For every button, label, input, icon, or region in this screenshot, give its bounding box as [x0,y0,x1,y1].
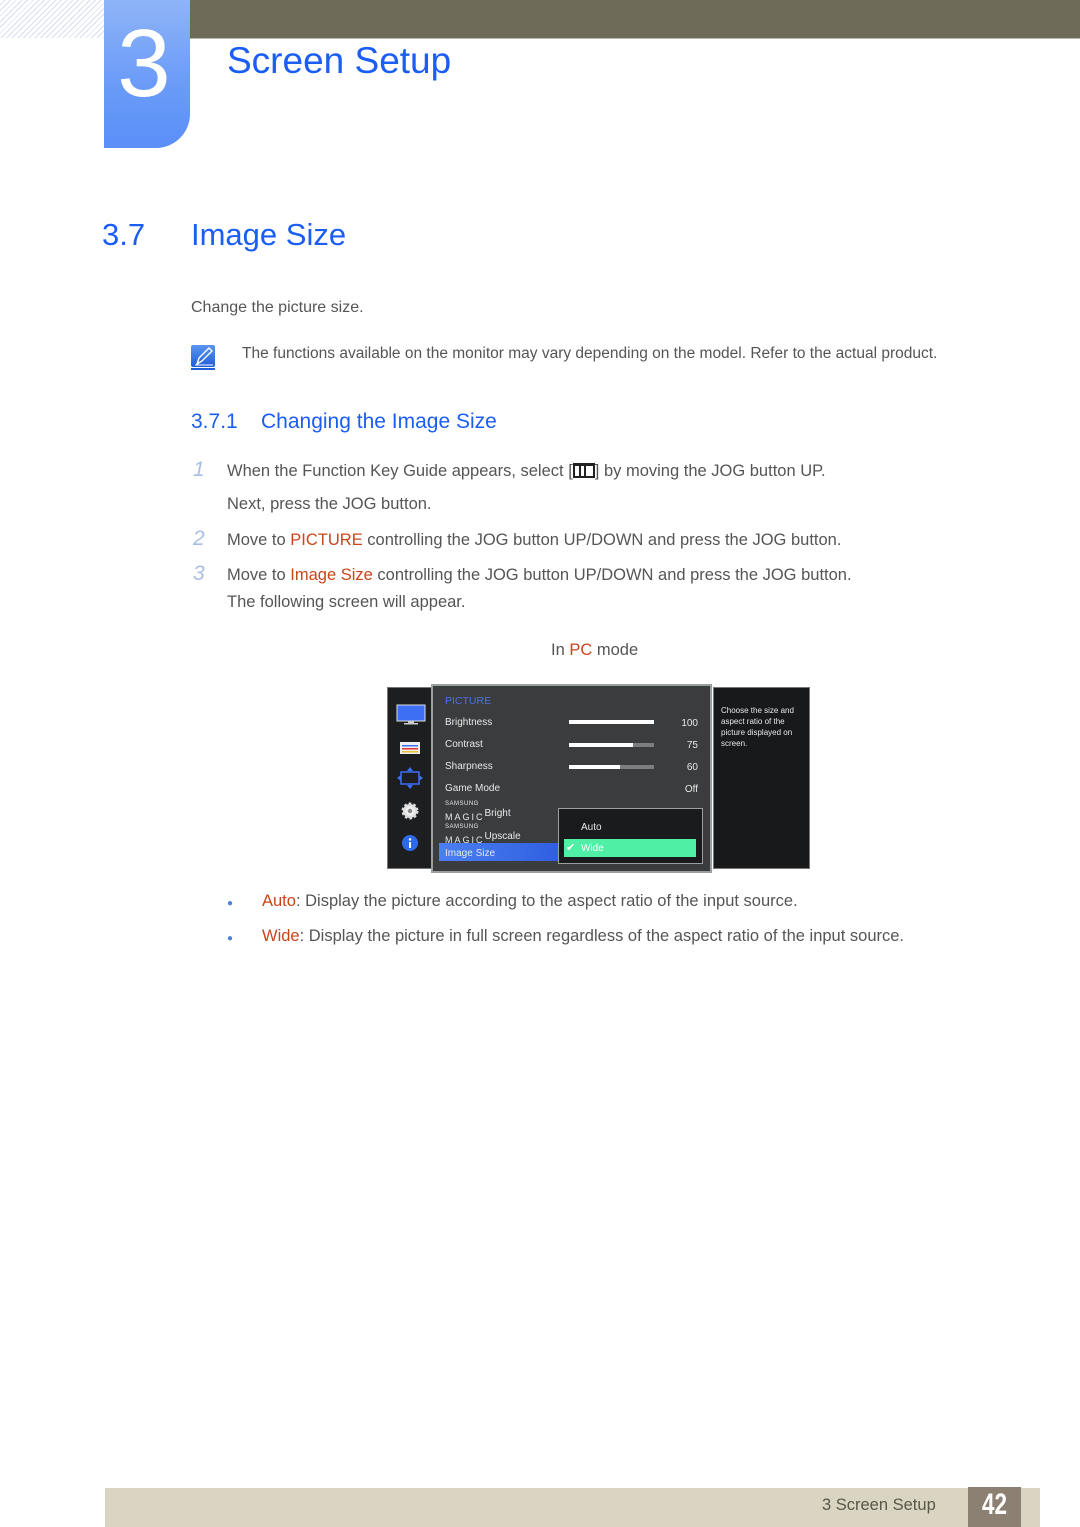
step-number: 1 [193,458,205,481]
osd-item-brightness[interactable]: Brightness [445,717,492,728]
note-pencil-icon [190,344,216,372]
section-intro: Change the picture size. [191,299,364,316]
note-text: The functions available on the monitor m… [242,345,938,362]
section-title: Image Size [191,217,347,252]
picture-icon [396,704,426,731]
step-text: When the Function Key Guide appears, sel… [227,462,826,481]
slider-fill [569,743,633,747]
step-text-part: controlling the JOG button UP/DOWN and p… [362,531,842,549]
bullet-term: Wide [262,927,300,945]
screen-caption: In PC mode [551,641,638,660]
menu-name-highlight: Image Size [290,566,373,584]
header-hatch-decoration [0,0,104,38]
magic-brand: MAGIC [445,812,485,822]
step-text-part: Move to [227,531,291,549]
slider-fill [569,765,620,769]
option-auto[interactable]: Auto [581,822,602,833]
subsection-number: 3.7.1 [191,410,238,433]
bullet-auto: Auto: Display the picture according to t… [262,892,798,911]
bullet-term: Auto [262,892,296,910]
header-bar [190,0,1080,39]
step-text-part: When the Function Key Guide appears, sel… [227,462,573,480]
osd-item-magic-bright[interactable]: SAMSUNG MAGICBright [445,801,511,825]
contrast-value: 75 [686,740,698,751]
contrast-slider[interactable] [569,743,654,747]
brightness-slider[interactable] [569,720,654,724]
step-number: 3 [193,562,205,585]
step-text: Move to PICTURE controlling the JOG butt… [227,531,841,550]
step-number: 2 [193,527,205,550]
bullet-icon: ● [227,933,234,944]
osd-item-sharpness[interactable]: Sharpness [445,761,493,772]
bullet-description: : Display the picture in full screen reg… [299,927,904,945]
step-text-part: controlling the JOG button UP/DOWN and p… [372,566,852,584]
step-text-part: ] by moving the JOG button UP. [594,462,826,480]
osd-item-image-size: Image Size [445,848,496,859]
color-icon [400,741,420,759]
mode-highlight: PC [569,641,593,659]
bullet-icon: ● [227,898,234,909]
step-text-part: Move to [227,566,291,584]
footer-chapter-label: 3 Screen Setup [822,1496,936,1514]
size-position-icon [397,767,423,794]
menu-name-highlight: PICTURE [290,531,363,549]
option-wide: Wide [581,843,604,854]
step-text: Move to Image Size controlling the JOG b… [227,566,852,585]
function-key-guide-icon [572,463,595,478]
osd-item-contrast[interactable]: Contrast [445,739,483,750]
caption-part: mode [592,641,639,659]
bullet-description: : Display the picture according to the a… [295,892,798,910]
bullet-wide: Wide: Display the picture in full screen… [262,927,904,946]
sharpness-slider[interactable] [569,765,654,769]
section-number: 3.7 [102,217,146,252]
brightness-value: 100 [681,718,698,729]
game-mode-value: Off [684,784,698,795]
setup-gear-icon [401,802,419,825]
check-icon: ✔ [566,842,576,854]
subsection-title: Changing the Image Size [261,410,497,433]
info-icon [402,835,418,856]
osd-item-game-mode[interactable]: Game Mode [445,783,500,794]
magic-item-label: Upscale [484,831,521,842]
page-number: 42 [981,1488,1008,1521]
magic-item-label: Bright [484,808,511,819]
osd-info-text: Choose the size and aspect ratio of the … [721,706,794,748]
step-text-line2: The following screen will appear. [227,593,466,611]
caption-part: In [551,641,570,659]
osd-menu-title: PICTURE [445,695,492,707]
chapter-title: Screen Setup [227,40,452,81]
step-text-line2: Next, press the JOG button. [227,495,432,513]
chapter-number: 3 [117,10,171,117]
sharpness-value: 60 [686,762,698,773]
slider-fill [569,720,654,724]
